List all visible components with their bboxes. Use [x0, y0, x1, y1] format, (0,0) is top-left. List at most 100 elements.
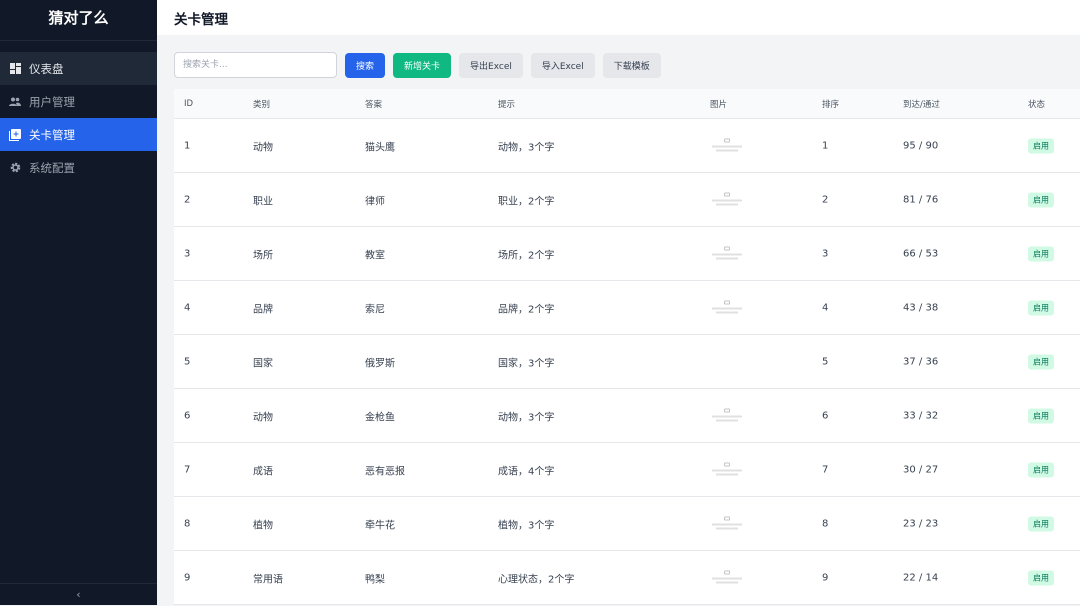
cell-category: 植物 — [253, 520, 273, 531]
status-badge: 启用 — [1028, 570, 1054, 585]
cell-hint: 国家，3个字 — [498, 358, 555, 369]
cell-stats: 37 / 36 — [903, 356, 939, 367]
cell-category: 动物 — [253, 412, 273, 423]
cell-id: 6 — [184, 410, 191, 421]
cell-answer: 教室 — [365, 250, 385, 261]
cell-answer: 牵牛花 — [365, 520, 395, 531]
table-header: ID 类别 答案 提示 图片 排序 到达/通过 状态 — [174, 89, 1080, 119]
collapse-sidebar-button[interactable]: ‹ — [0, 583, 157, 605]
import-excel-button[interactable]: 导入Excel — [530, 52, 595, 78]
column-header: 答案 — [365, 99, 383, 110]
cell-order: 7 — [822, 464, 829, 475]
cell-hint: 动物，3个字 — [498, 142, 555, 153]
broken-image-icon — [710, 138, 744, 153]
toolbar: 搜索 新增关卡 导出Excel 导入Excel 下载模板 — [174, 52, 661, 78]
cell-id: 5 — [184, 356, 191, 367]
cell-category: 成语 — [253, 466, 273, 477]
cell-stats: 43 / 38 — [903, 302, 939, 313]
table-row[interactable]: 1 动物 猫头鹰 动物，3个字 1 95 / 90 启用 — [174, 119, 1080, 173]
add-level-button[interactable]: 新增关卡 — [393, 52, 452, 78]
page-header: 关卡管理 — [157, 0, 1080, 35]
cell-hint: 成语，4个字 — [498, 466, 555, 477]
cell-hint: 职业，2个字 — [498, 196, 555, 207]
status-badge: 启用 — [1028, 246, 1054, 261]
cell-category: 常用语 — [253, 574, 283, 585]
cell-category: 国家 — [253, 358, 273, 369]
status-badge: 启用 — [1028, 192, 1054, 207]
page-title: 关卡管理 — [174, 12, 228, 28]
column-header: ID — [184, 98, 194, 109]
table-row[interactable]: 4 品牌 索尼 品牌，2个字 4 43 / 38 启用 — [174, 281, 1080, 335]
broken-image-icon — [710, 246, 744, 261]
search-button[interactable]: 搜索 — [345, 52, 386, 78]
column-header: 到达/通过 — [903, 99, 940, 110]
status-badge: 启用 — [1028, 300, 1054, 315]
sidebar-item-settings[interactable]: 系统配置 — [0, 151, 157, 184]
table-row[interactable]: 3 场所 教室 场所，2个字 3 66 / 53 启用 — [174, 227, 1080, 281]
export-excel-button[interactable]: 导出Excel — [459, 52, 523, 78]
cell-order: 4 — [822, 302, 829, 313]
search-input[interactable] — [174, 52, 337, 78]
table-row[interactable]: 2 职业 律师 职业，2个字 2 81 / 76 启用 — [174, 173, 1080, 227]
cell-order: 2 — [822, 194, 829, 205]
column-header: 类别 — [253, 99, 271, 110]
cell-hint: 植物，3个字 — [498, 520, 555, 531]
cell-answer: 猫头鹰 — [365, 142, 395, 153]
sidebar-nav: 仪表盘 用户管理 关卡管理 系统配置 — [0, 52, 157, 184]
cell-order: 5 — [822, 356, 829, 367]
cell-category: 职业 — [253, 196, 273, 207]
broken-image-icon — [710, 192, 744, 207]
cell-hint: 品牌，2个字 — [498, 304, 555, 315]
cell-id: 7 — [184, 464, 191, 475]
cell-answer: 恶有恶报 — [365, 466, 405, 477]
broken-image-icon — [710, 408, 744, 423]
cell-answer: 俄罗斯 — [365, 358, 395, 369]
broken-image-icon — [710, 300, 744, 315]
cell-hint: 心理状态，2个字 — [498, 574, 575, 585]
cell-hint: 场所，2个字 — [498, 250, 555, 261]
table-row[interactable]: 7 成语 恶有恶报 成语，4个字 7 30 / 27 启用 — [174, 443, 1080, 497]
status-badge: 启用 — [1028, 462, 1054, 477]
cell-order: 6 — [822, 410, 829, 421]
dashboard-icon — [9, 63, 21, 75]
table-row[interactable]: 5 国家 俄罗斯 国家，3个字 5 37 / 36 启用 — [174, 335, 1080, 389]
table-row[interactable]: 6 动物 金枪鱼 动物，3个字 6 33 / 32 启用 — [174, 389, 1080, 443]
cell-answer: 索尼 — [365, 304, 385, 315]
column-header: 图片 — [710, 99, 728, 110]
sidebar-item-users[interactable]: 用户管理 — [0, 85, 157, 118]
cell-id: 3 — [184, 248, 191, 259]
cell-id: 2 — [184, 194, 191, 205]
table-row[interactable]: 9 常用语 鸭梨 心理状态，2个字 9 22 / 14 启用 — [174, 551, 1080, 605]
cell-answer: 律师 — [365, 196, 385, 207]
column-header: 状态 — [1028, 99, 1046, 110]
status-badge: 启用 — [1028, 516, 1054, 531]
cell-hint: 动物，3个字 — [498, 412, 555, 423]
cell-stats: 81 / 76 — [903, 194, 939, 205]
status-badge: 启用 — [1028, 138, 1054, 153]
cell-order: 1 — [822, 140, 829, 151]
table-row[interactable]: 8 植物 牵牛花 植物，3个字 8 23 / 23 启用 — [174, 497, 1080, 551]
cell-stats: 23 / 23 — [903, 518, 939, 529]
sidebar-item-dashboard[interactable]: 仪表盘 — [0, 52, 157, 85]
sidebar-item-levels[interactable]: 关卡管理 — [0, 118, 157, 151]
sidebar-item-label: 用户管理 — [29, 94, 75, 109]
column-header: 排序 — [822, 99, 840, 110]
download-template-button[interactable]: 下载模板 — [602, 52, 661, 78]
users-icon — [9, 96, 21, 108]
cell-order: 8 — [822, 518, 829, 529]
cell-category: 动物 — [253, 142, 273, 153]
levels-table: ID 类别 答案 提示 图片 排序 到达/通过 状态 1 动物 猫头鹰 动物，3个字 1 95 / 90… — [174, 89, 1080, 605]
sidebar-item-label: 系统配置 — [29, 160, 75, 175]
broken-image-icon — [710, 462, 744, 477]
status-badge: 启用 — [1028, 354, 1054, 369]
app-logo: 猜对了么 — [0, 0, 157, 41]
cell-stats: 66 / 53 — [903, 248, 939, 259]
cell-order: 3 — [822, 248, 829, 259]
cell-id: 4 — [184, 302, 191, 313]
add-box-icon — [9, 128, 21, 141]
cell-id: 9 — [184, 572, 191, 583]
gear-icon — [9, 162, 21, 174]
column-header: 提示 — [498, 99, 516, 110]
cell-answer: 鸭梨 — [365, 574, 385, 585]
sidebar-item-label: 关卡管理 — [29, 127, 75, 142]
